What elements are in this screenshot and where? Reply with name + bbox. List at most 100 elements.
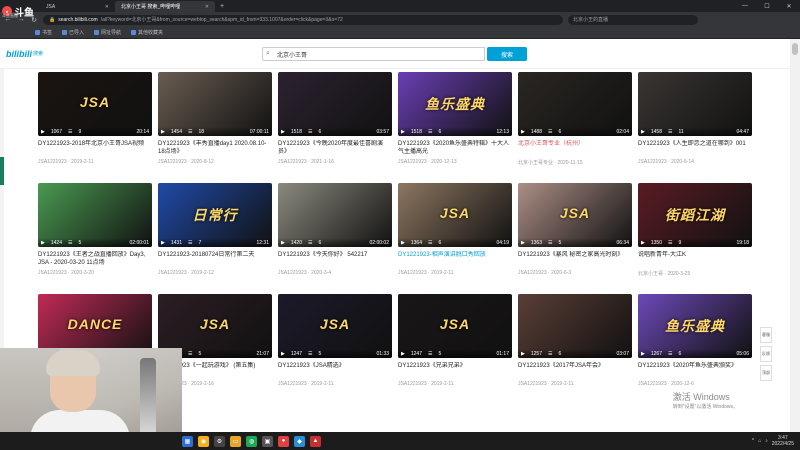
video-card[interactable]: JSA ▶ 1247 ☰ 5 01:33 DY1221923《JSA精选》 JSA122192… — [278, 294, 392, 405]
bilibili-logo[interactable]: bilibili — [6, 49, 32, 59]
video-title[interactable]: DY1221923《今晚2020年度最佳喜剧演员》 — [278, 140, 392, 156]
chrome-icon[interactable]: ◉ — [198, 435, 209, 447]
folder-icon[interactable]: ▭ — [230, 435, 241, 447]
video-card[interactable]: ▶ 1488 ☰ 6 02:04 北京小王哥专业（杭州） 北京小王哥专业 · 2020-11… — [518, 72, 632, 183]
video-thumbnail[interactable]: 街蹈江湖 ▶ 1350 ☰ 9 19:18 — [638, 183, 752, 247]
taskbar-clock[interactable]: 3:47 2022/4/25 — [772, 435, 794, 447]
video-title[interactable]: 说唱新青年-大江K — [638, 251, 752, 267]
video-thumbnail[interactable]: ▶ 1518 ☰ 6 03:57 — [278, 72, 392, 136]
video-card[interactable]: JSA ▶ 1247 ☰ 5 01:17 DY1221923《兄弟兄弟》 JSA1221923… — [398, 294, 512, 405]
video-meta[interactable]: JSA1221923 · 2020-6-3 — [518, 270, 632, 276]
video-thumbnail[interactable]: 日常行 ▶ 1431 ☰ 7 12:31 — [158, 183, 272, 247]
video-card[interactable]: ▶ 1257 ☰ 6 03:07 DY1221923《2017年JSA年会》 JSA1221… — [518, 294, 632, 405]
video-title[interactable]: 北京小王哥专业（杭州） — [518, 140, 632, 156]
video-title[interactable]: DY1221923《JSA精选》 — [278, 362, 392, 378]
video-thumbnail[interactable]: ▶ 1458 ☰ 11 04:47 — [638, 72, 752, 136]
video-meta[interactable]: JSA1221923 · 2020-6-14 — [638, 159, 752, 165]
minimize-button[interactable]: — — [734, 3, 756, 10]
video-thumbnail[interactable]: ▶ 1257 ☰ 6 03:07 — [518, 294, 632, 358]
video-card[interactable]: JSA ▶ 1363 ☰ 5 06:34 DY1221923《暴风 秘密之家高光时刻》 JSA… — [518, 183, 632, 294]
video-meta[interactable]: JSA1221923 · 2020-12-13 — [398, 159, 512, 165]
video-thumbnail[interactable]: ▶ 1420 ☰ 6 02:00:02 — [278, 183, 392, 247]
search-button[interactable]: 搜索 — [487, 47, 527, 61]
douyu-icon[interactable]: ▲ — [310, 435, 321, 447]
feedback-button[interactable]: 反馈 — [760, 346, 772, 362]
video-title[interactable]: DY1221923《丰秀直播day1 2020.08.10-18点场》 — [158, 140, 272, 156]
new-tab-button[interactable]: + — [215, 3, 229, 10]
video-title[interactable]: DY1221923-20180724日常行第二天 — [158, 251, 272, 267]
video-title[interactable]: DY1221923《2017年JSA年会》 — [518, 362, 632, 378]
video-meta[interactable]: JSA1221923 · 2021-1-16 — [278, 159, 392, 165]
video-thumbnail[interactable]: 鱼乐盛典 ▶ 1267 ☰ 6 05:06 — [638, 294, 752, 358]
video-card[interactable]: 鱼乐盛典 ▶ 1267 ☰ 6 05:06 DY1221923《2020年鱼乐盛典颁奖》 JS… — [638, 294, 752, 405]
network-icon[interactable]: ⌂ — [758, 438, 761, 444]
video-meta[interactable]: JSA1221923 · 2019-2-11 — [398, 270, 512, 276]
video-card[interactable]: 街蹈江湖 ▶ 1350 ☰ 9 19:18 说唱新青年-大江K 北京小王哥 · 2020-3-… — [638, 183, 752, 294]
bookmark-item[interactable]: 网址导航 — [94, 29, 121, 36]
wechat-icon[interactable]: ◍ — [246, 435, 257, 447]
video-meta[interactable]: JSA1221923 · 2019-2-11 — [398, 381, 512, 387]
video-title[interactable]: DY1221923《2020年鱼乐盛典颁奖》 — [638, 362, 752, 378]
video-title[interactable]: DY1221923-相声演讲脱口秀回放 — [398, 251, 512, 267]
tab-jsa[interactable]: JSA ✕ — [40, 1, 115, 12]
video-meta[interactable]: JSA1221923 · 2020-3-4 — [278, 270, 392, 276]
video-meta[interactable]: JSA1221923 · 2020-12-6 — [638, 381, 752, 387]
close-window-button[interactable]: ✕ — [778, 3, 800, 10]
video-title[interactable]: DY1221923《暴风 秘密之家高光时刻》 — [518, 251, 632, 267]
app-icon[interactable]: ▣ — [262, 435, 273, 447]
chevron-up-icon[interactable]: ^ — [752, 438, 754, 444]
bookmark-item[interactable]: 其他收藏夹 — [131, 29, 163, 36]
video-meta[interactable]: 北京小王哥 · 2020-3-25 — [638, 270, 752, 277]
scrollbar-thumb[interactable] — [792, 43, 798, 55]
search-input[interactable]: ⌕ 北京小王哥 — [262, 47, 485, 61]
video-thumbnail[interactable]: ▶ 1424 ☰ 5 02:00:01 — [38, 183, 152, 247]
video-title[interactable]: DY1221923《兄弟兄弟》 — [398, 362, 512, 378]
video-meta[interactable]: JSA1221923 · 2020-8-12 — [158, 159, 272, 165]
maximize-button[interactable]: ☐ — [756, 3, 778, 10]
video-card[interactable]: ▶ 1420 ☰ 6 02:00:02 DY1221923《今天你好》 542217 JSA… — [278, 183, 392, 294]
video-thumbnail[interactable]: ▶ 1488 ☰ 6 02:04 — [518, 72, 632, 136]
back-to-top-button[interactable]: 顶部 — [760, 365, 772, 381]
video-meta[interactable]: 北京小王哥专业 · 2020-11-15 — [518, 159, 632, 166]
video-title[interactable]: DY1221923《今天你好》 542217 — [278, 251, 392, 267]
video-card[interactable]: 鱼乐盛典 ▶ 1518 ☰ 6 12:13 DY1221923《2020鱼乐盛典特辑》十大人… — [398, 72, 512, 183]
video-thumbnail[interactable]: JSA ▶ 1247 ☰ 5 01:17 — [398, 294, 512, 358]
video-meta[interactable]: JSA1221923 · 2019-2-11 — [278, 381, 392, 387]
video-meta[interactable]: JSA1221923 · 2020-3-20 — [38, 270, 152, 276]
video-thumbnail[interactable]: JSA ▶ 1363 ☰ 5 06:34 — [518, 183, 632, 247]
tab-bilibili-search[interactable]: 北京小王哥 搜索_哔哩哔哩 ✕ — [115, 1, 215, 12]
video-thumbnail[interactable]: JSA ▶ 1067 ☰ 9 20:14 — [38, 72, 152, 136]
thumbnail-caption: JSA — [439, 205, 471, 221]
video-title[interactable]: DY1221923-2018年北京小王哥JSA视频 — [38, 140, 152, 156]
qq-icon[interactable]: ◆ — [294, 435, 305, 447]
video-meta[interactable]: JSA1221923 · 2019-2-11 — [518, 381, 632, 387]
customer-service-button[interactable]: 客服 — [760, 327, 772, 343]
settings-icon[interactable]: ⚙ — [214, 435, 225, 447]
volume-icon[interactable]: ♪ — [765, 438, 768, 444]
video-title[interactable]: DY1221923《人生即恋之道在哪到》001 — [638, 140, 752, 156]
page-scrollbar[interactable] — [790, 39, 800, 432]
video-meta[interactable]: JSA1221923 · 2019-2-12 — [158, 270, 272, 276]
video-meta[interactable]: JSA1221923 · 2019-2-11 — [38, 159, 152, 165]
task-view-icon[interactable]: ▦ — [182, 435, 193, 447]
video-thumbnail[interactable]: 鱼乐盛典 ▶ 1518 ☰ 6 12:13 — [398, 72, 512, 136]
video-thumbnail[interactable]: ▶ 1454 ☰ 18 07:00:11 — [158, 72, 272, 136]
close-tab-icon[interactable]: ✕ — [105, 4, 109, 10]
video-card[interactable]: ▶ 1518 ☰ 6 03:57 DY1221923《今晚2020年度最佳喜剧演员》 JSA… — [278, 72, 392, 183]
video-thumbnail[interactable]: JSA ▶ 1364 ☰ 6 04:19 — [398, 183, 512, 247]
bookmark-item[interactable]: 已导入 — [62, 29, 84, 36]
video-title[interactable]: DY1221923《2020鱼乐盛典特辑》十大人气主播高光 — [398, 140, 512, 156]
video-card[interactable]: 日常行 ▶ 1431 ☰ 7 12:31 DY1221923-20180724日常行第二天 J… — [158, 183, 272, 294]
url-field[interactable]: 🔒 search.bilibili.com/all?keyword=北京小王哥&… — [43, 14, 563, 25]
bookmark-item[interactable]: 书签 — [35, 29, 52, 36]
video-card[interactable]: ▶ 1454 ☰ 18 07:00:11 DY1221923《丰秀直播day1 2020.… — [158, 72, 272, 183]
video-card[interactable]: JSA ▶ 1067 ☰ 9 20:14 DY1221923-2018年北京小王哥JSA视频… — [38, 72, 152, 183]
video-card[interactable]: JSA ▶ 1364 ☰ 6 04:19 DY1221923-相声演讲脱口秀回放 JSA122… — [398, 183, 512, 294]
video-thumbnail[interactable]: JSA ▶ 1247 ☰ 5 01:33 — [278, 294, 392, 358]
browser-search-field[interactable]: 北京小王的直播 — [568, 14, 698, 25]
video-title[interactable]: DY1221923《王者之战直播回放》Day3, JSA - 2020-03-2… — [38, 251, 152, 267]
close-tab-icon[interactable]: ✕ — [205, 4, 209, 10]
video-card[interactable]: ▶ 1458 ☰ 11 04:47 DY1221923《人生即恋之道在哪到》001 JSA1… — [638, 72, 752, 183]
obs-icon[interactable]: ● — [278, 435, 289, 447]
video-card[interactable]: ▶ 1424 ☰ 5 02:00:01 DY1221923《王者之战直播回放》Day3, … — [38, 183, 152, 294]
